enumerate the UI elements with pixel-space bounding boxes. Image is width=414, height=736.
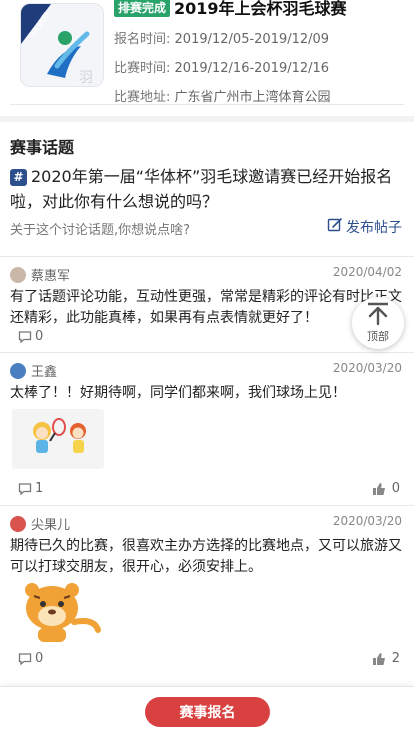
header-divider <box>10 104 404 105</box>
reply-count: 0 <box>35 329 44 344</box>
comment-image[interactable] <box>12 409 104 469</box>
reply-count: 1 <box>35 481 44 496</box>
event-title-row: 排赛完成 2019年上会杯羽毛球赛 <box>114 0 404 18</box>
back-to-top-button[interactable]: 顶部 <box>352 297 404 349</box>
venue-value: 广东省广州市上湾体育公园 <box>174 90 331 105</box>
post-button-label: 发布帖子 <box>346 220 402 236</box>
comment-header: 尖果儿 <box>10 514 70 533</box>
thumbs-up-icon <box>372 652 386 666</box>
comment-date: 2020/03/20 <box>332 514 402 528</box>
arrow-up-icon <box>365 302 391 330</box>
match-time-label: 比赛时间: <box>114 61 171 76</box>
comment-header: 王鑫 <box>10 361 57 380</box>
like-button[interactable]: 2 <box>372 651 400 666</box>
comment-icon <box>18 482 32 496</box>
thumbs-up-icon <box>372 482 386 496</box>
comment-text: 有了话题评论功能，互动性更强，常常是精彩的评论有时比正文还精彩，此功能真棒，如果… <box>10 289 402 326</box>
avatar[interactable] <box>10 515 26 532</box>
topic-prompt: 关于这个讨论话题,你想说点啥? <box>10 223 191 238</box>
match-time-value: 2019/12/16-2019/12/16 <box>174 61 330 76</box>
comment-date: 2020/03/20 <box>332 361 402 375</box>
comment-author[interactable]: 尖果儿 <box>31 514 70 533</box>
svg-text:羽: 羽 <box>79 70 93 86</box>
event-logo: HUATI 羽 <box>20 3 104 87</box>
signup-time-label: 报名时间: <box>114 32 171 47</box>
bottom-bar: 赛事报名 <box>0 686 414 736</box>
edit-icon <box>327 217 343 237</box>
topic-text-block: #2020年第一届“华体杯”羽毛球邀请赛已经开始报名啦，对此你有什么想说的吗？ <box>10 164 400 214</box>
reply-button[interactable]: 1 <box>18 481 43 496</box>
match-time-row: 比赛时间: 2019/12/16-2019/12/16 <box>114 57 404 76</box>
back-to-top-label: 顶部 <box>367 330 389 343</box>
avatar[interactable] <box>10 266 26 283</box>
event-info: 排赛完成 2019年上会杯羽毛球赛 报名时间: 2019/12/05-2019/… <box>114 0 404 105</box>
signup-time-row: 报名时间: 2019/12/05-2019/12/09 <box>114 28 404 47</box>
comment-text: 太棒了！！好期待啊，同学们都来啊，我们球场上见！ <box>10 385 346 401</box>
section-title: 赛事话题 <box>10 138 75 157</box>
signup-time-value: 2019/12/05-2019/12/09 <box>174 32 330 47</box>
reply-button[interactable]: 0 <box>18 651 43 666</box>
like-count: 2 <box>391 651 400 666</box>
venue-row: 比赛地址: 广东省广州市上湾体育公园 <box>114 86 404 105</box>
event-title: 2019年上会杯羽毛球赛 <box>174 0 347 18</box>
comment-date: 2020/04/02 <box>332 265 402 279</box>
comment-icon <box>18 652 32 666</box>
comment-header: 蔡惠军 <box>10 265 70 284</box>
like-button[interactable]: 0 <box>372 481 400 496</box>
topic-text: 2020年第一届“华体杯”羽毛球邀请赛已经开始报名啦，对此你有什么想说的吗？ <box>10 167 393 211</box>
event-header: HUATI 羽 排赛完成 2019年上会杯羽毛球赛 报名时间: 2019/12/… <box>0 0 414 108</box>
event-signup-button[interactable]: 赛事报名 <box>145 697 270 727</box>
hashtag-icon: # <box>10 169 27 186</box>
comment-item: 蔡惠军 2020/04/02 有了话题评论功能，互动性更强，常常是精彩的评论有时… <box>0 256 414 352</box>
comment-author[interactable]: 王鑫 <box>31 361 57 380</box>
section-separator <box>0 116 414 122</box>
post-button[interactable]: 发布帖子 <box>327 217 402 237</box>
comment-item: 王鑫 2020/03/20 太棒了！！好期待啊，同学们都来啊，我们球场上见！ 1… <box>0 352 414 505</box>
reply-button[interactable]: 0 <box>18 329 43 344</box>
comment-text: 期待已久的比赛，很喜欢主办方选择的比赛地点，又可以旅游又可以打球交朋友，很开心，… <box>10 538 402 575</box>
comment-item: 尖果儿 2020/03/20 期待已久的比赛，很喜欢主办方选择的比赛地点，又可以… <box>0 505 414 683</box>
status-badge: 排赛完成 <box>114 0 171 17</box>
like-count: 0 <box>391 481 400 496</box>
venue-label: 比赛地址: <box>114 90 171 105</box>
reply-count: 0 <box>35 651 44 666</box>
comment-author[interactable]: 蔡惠军 <box>31 265 70 284</box>
comment-image[interactable] <box>12 578 104 644</box>
avatar[interactable] <box>10 362 26 379</box>
comment-icon <box>18 330 32 344</box>
